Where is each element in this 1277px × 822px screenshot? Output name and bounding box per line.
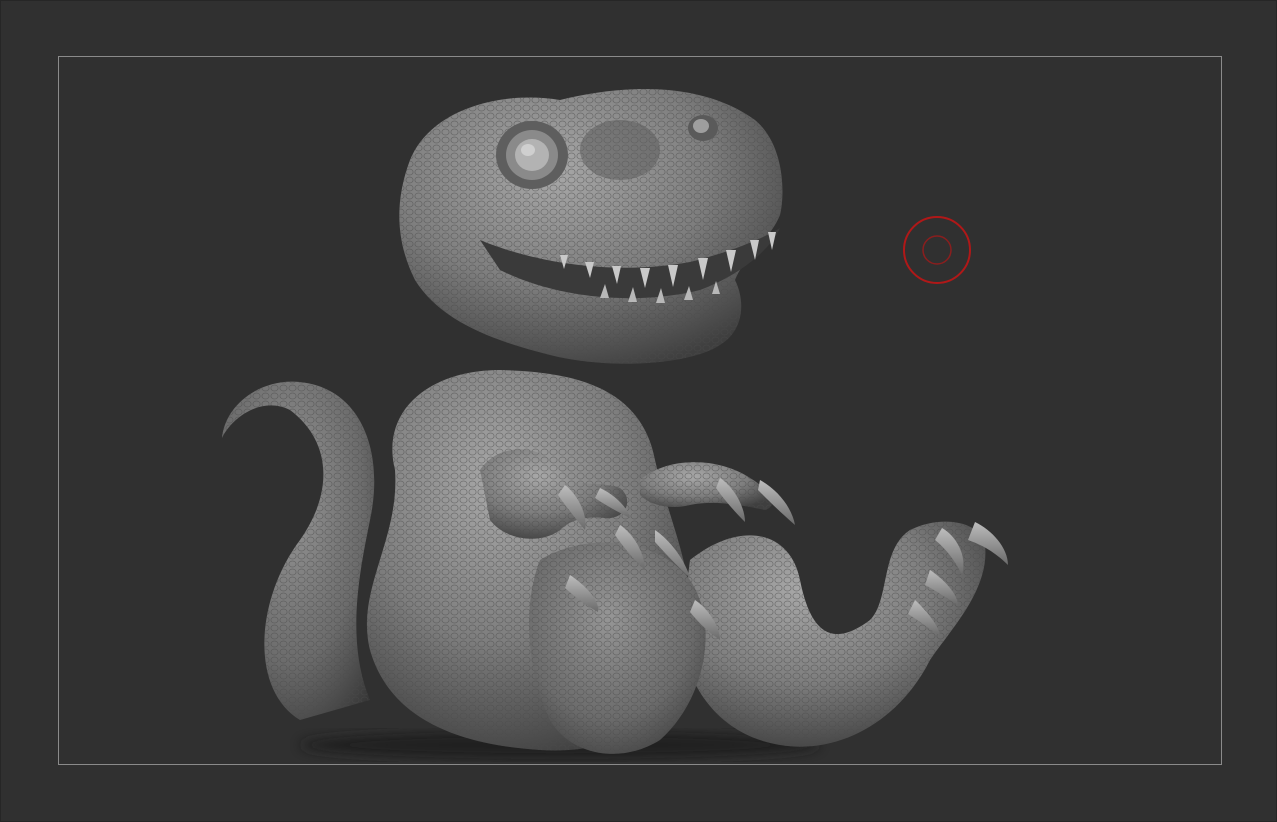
right-leg — [680, 521, 1008, 747]
sculpt-viewport[interactable] — [0, 0, 1277, 822]
tail — [222, 381, 375, 720]
trex-model[interactable] — [0, 0, 1277, 822]
head — [399, 88, 783, 364]
brush-cursor-icon — [903, 216, 971, 284]
eye — [496, 121, 568, 189]
